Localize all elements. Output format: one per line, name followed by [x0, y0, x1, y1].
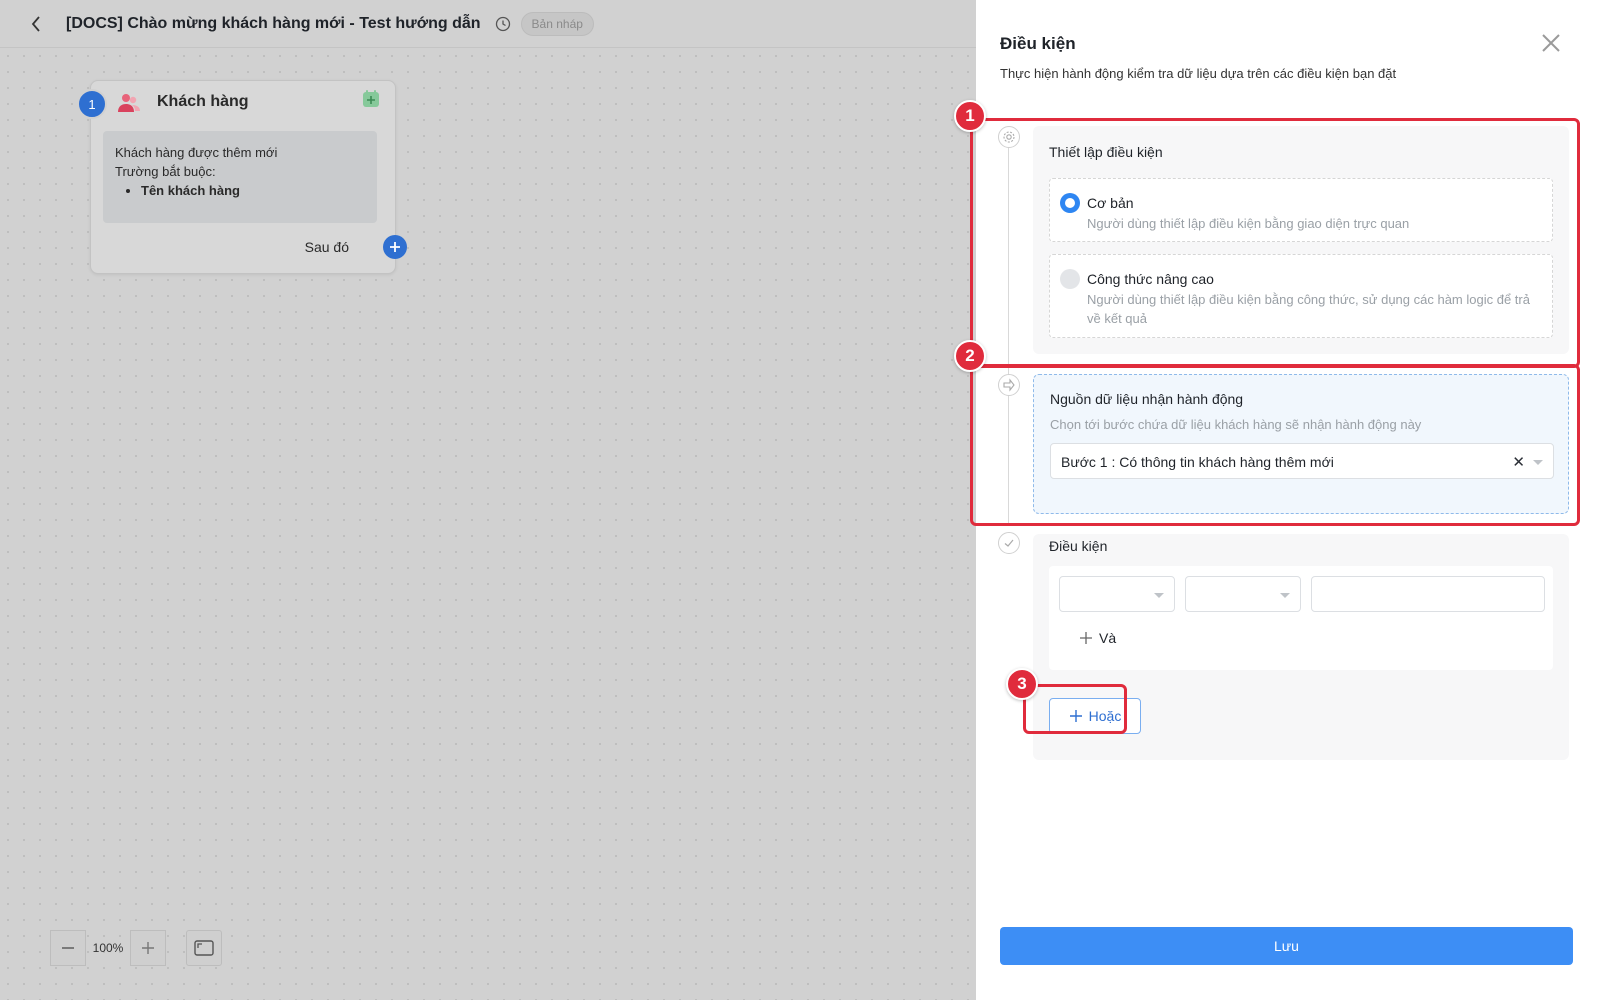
- chevron-down-icon: [1154, 593, 1164, 598]
- fit-view-button[interactable]: [186, 930, 222, 966]
- top-bar: [DOCS] Chào mừng khách hàng mới - Test h…: [0, 0, 976, 48]
- zoom-in-button[interactable]: [130, 930, 166, 966]
- panel-title: Điều kiện: [1000, 34, 1076, 53]
- trigger-node-card[interactable]: 1 Khách hàng Khách hàng được thêm mới Tr…: [77, 80, 407, 274]
- condition-panel: Điều kiện Thực hiện hành động kiểm tra d…: [954, 0, 1600, 1000]
- workflow-canvas[interactable]: [DOCS] Chào mừng khách hàng mới - Test h…: [0, 0, 976, 1000]
- annotation-marker-3: 3: [1006, 668, 1038, 700]
- add-and-button[interactable]: Và: [1079, 630, 1116, 646]
- node-step-number: 1: [77, 89, 107, 119]
- field-select[interactable]: [1059, 576, 1175, 612]
- calendar-plus-icon: [363, 90, 379, 107]
- back-button[interactable]: [26, 14, 46, 34]
- check-icon: [1004, 539, 1014, 547]
- minus-icon: [62, 947, 74, 949]
- required-fields-list: Tên khách hàng: [141, 181, 365, 200]
- save-button[interactable]: Lưu: [1000, 927, 1573, 965]
- plus-icon: [142, 942, 154, 954]
- value-input[interactable]: [1311, 576, 1545, 612]
- node-title: Khách hàng: [157, 93, 249, 110]
- zoom-controls: 100%: [50, 930, 222, 966]
- required-field: Tên khách hàng: [141, 181, 365, 200]
- node-next-label: Sau đó: [304, 239, 349, 255]
- history-icon[interactable]: [495, 15, 513, 33]
- annotation-marker-1: 1: [954, 100, 986, 132]
- node-required-label: Trường bắt buộc:: [115, 164, 216, 179]
- status-badge: Bản nháp: [520, 11, 594, 36]
- chevron-left-icon: [31, 15, 40, 32]
- page-title: [DOCS] Chào mừng khách hàng mới - Test h…: [66, 14, 481, 32]
- conditions-heading: Điều kiện: [1049, 538, 1108, 554]
- zoom-out-button[interactable]: [50, 930, 86, 966]
- condition-step-icon: [998, 532, 1020, 554]
- annotation-box-3: [1023, 684, 1127, 734]
- node-description: Khách hàng được thêm mới Trường bắt buộc…: [103, 131, 377, 223]
- node-event: Khách hàng được thêm mới: [115, 145, 278, 160]
- chevron-down-icon: [1280, 593, 1290, 598]
- condition-group: Và: [1049, 566, 1553, 670]
- zoom-level: 100%: [92, 941, 124, 955]
- fit-screen-icon: [194, 940, 214, 956]
- close-icon[interactable]: [1540, 32, 1562, 54]
- annotation-marker-2: 2: [954, 340, 986, 372]
- add-step-button[interactable]: [383, 235, 407, 259]
- annotation-box-1: [970, 118, 1580, 368]
- plus-icon: [390, 242, 400, 252]
- plus-icon: [1080, 632, 1092, 644]
- annotation-box-2: [970, 364, 1580, 526]
- operator-select[interactable]: [1185, 576, 1301, 612]
- users-icon: [118, 94, 140, 112]
- and-label: Và: [1099, 630, 1117, 646]
- panel-description: Thực hiện hành động kiểm tra dữ liệu dựa…: [1000, 66, 1397, 81]
